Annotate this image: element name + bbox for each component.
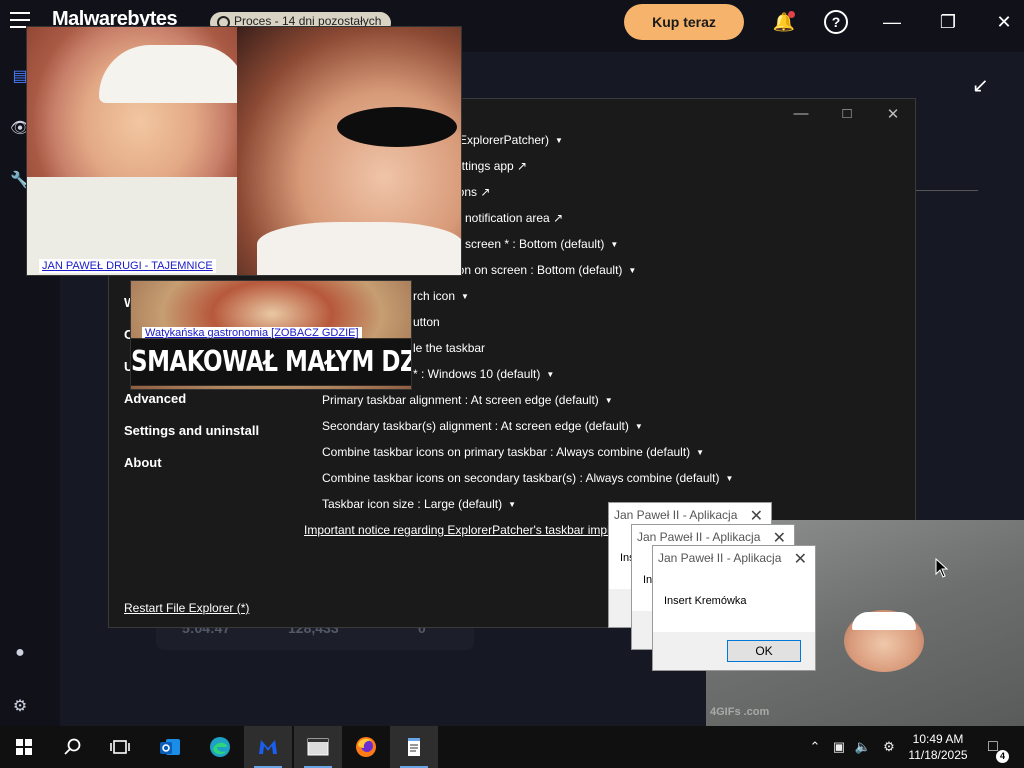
notifications-bell-icon[interactable]: 🔔 [772, 10, 796, 34]
alert-title: Jan Paweł II - Aplikacja [637, 530, 761, 544]
account-icon[interactable]: ● [9, 644, 31, 666]
nav-item-advanced[interactable]: Advanced [124, 391, 186, 406]
dropdown-caret-icon: ▼ [461, 292, 469, 302]
setting-row[interactable]: Taskbar icon size : Large (default) ▼ [322, 497, 516, 511]
buy-now-button[interactable]: Kup teraz [624, 4, 744, 40]
alert-title: Jan Paweł II - Aplikacja [614, 508, 738, 522]
ep-maximize-icon[interactable]: □ [835, 105, 859, 125]
notepad-icon [408, 738, 420, 756]
setting-row[interactable]: * : Windows 10 (default) ▼ [413, 367, 554, 381]
window-app-icon [307, 738, 329, 756]
nav-item-about[interactable]: About [124, 455, 162, 470]
restore-icon[interactable]: ❐ [936, 10, 960, 34]
clock-time: 10:49 AM [912, 732, 964, 746]
help-icon[interactable]: ? [824, 10, 848, 34]
restart-file-explorer-link[interactable]: Restart File Explorer (*) [124, 601, 249, 615]
dropdown-caret-icon: ▼ [604, 396, 613, 406]
malwarebytes-icon [259, 740, 277, 754]
network-icon[interactable]: ▣ [830, 738, 848, 756]
setting-row[interactable]: ion on screen : Bottom (default) ▼ [455, 263, 636, 277]
setting-row[interactable]: Primary taskbar alignment : At screen ed… [322, 393, 613, 407]
malwarebytes-taskbar-item[interactable] [244, 726, 292, 768]
task-view-icon [110, 740, 130, 754]
setting-row[interactable]: Secondary taskbar(s) alignment : At scre… [322, 419, 643, 433]
settings-gear-tray-icon[interactable]: ⚙ [880, 738, 898, 756]
task-view-button[interactable] [96, 726, 144, 768]
firefox-icon [356, 737, 376, 757]
alert-titlebar[interactable]: Jan Paweł II - Aplikacja ✕ [653, 546, 815, 570]
alert-message: Insert Kremówka [664, 595, 747, 607]
notification-dot [788, 11, 795, 18]
alert-close-icon[interactable]: ✕ [750, 506, 763, 526]
setting-row[interactable]: Combine taskbar icons on secondary taskb… [322, 471, 733, 485]
alert-close-icon[interactable]: ✕ [794, 549, 807, 569]
notepad-taskbar-item[interactable] [390, 726, 438, 768]
outlook-icon [160, 739, 180, 755]
start-icon [16, 739, 32, 755]
dropdown-caret-icon: ▼ [634, 422, 643, 432]
zucchetto [852, 612, 916, 630]
alert-dialog[interactable]: Jan Paweł II - Aplikacja ✕ Insert Kremów… [652, 545, 816, 671]
woman-bottom [257, 222, 461, 275]
firefox-taskbar-item[interactable] [342, 726, 390, 768]
gif-watermark: 4GIFs .com [710, 706, 770, 718]
window-app-taskbar-item[interactable] [294, 726, 342, 768]
popup-ad-jan-pawel[interactable]: JAN PAWEŁ DRUGI - TAJEMNICE [26, 26, 462, 276]
show-hidden-icons-chevron-icon[interactable]: ⌃ [806, 738, 824, 756]
volume-muted-icon[interactable]: 🔈 [854, 738, 872, 756]
dropdown-caret-icon: ▼ [725, 474, 734, 484]
divider [916, 190, 978, 191]
mouse-cursor-icon [935, 558, 949, 578]
notification-count-badge: 4 [996, 750, 1009, 763]
collapse-arrow-icon[interactable]: ↙ [972, 76, 992, 96]
zucchetto [99, 45, 247, 103]
ad-caption-link[interactable]: JAN PAWEŁ DRUGI - TAJEMNICE [39, 259, 216, 273]
dropdown-caret-icon: ▼ [555, 136, 563, 146]
windows-taskbar: ⌃ ▣ 🔈 ⚙ 10:49 AM 11/18/2025 □ 4 [0, 726, 1024, 768]
popup-ad-gastronomia[interactable]: Watykańska gastronomia [ZOBACZ GDZIE] SM… [130, 280, 412, 390]
woman-top [337, 107, 457, 147]
setting-row[interactable]: Combine taskbar icons on primary taskbar… [322, 445, 704, 459]
dropdown-caret-icon: ▼ [628, 266, 637, 276]
setting-row[interactable]: le the taskbar [413, 341, 485, 355]
dropdown-caret-icon: ▼ [508, 500, 517, 510]
important-notice-link[interactable]: Important notice regarding ExplorerPatch… [304, 523, 610, 537]
edge-taskbar-item[interactable] [196, 726, 244, 768]
clock-date: 11/18/2025 [908, 748, 968, 762]
minimize-icon[interactable]: — [880, 10, 904, 34]
nav-item-settings-and-uninstall[interactable]: Settings and uninstall [124, 423, 259, 438]
ep-close-icon[interactable]: ✕ [881, 105, 905, 125]
dropdown-caret-icon: ▼ [546, 370, 555, 380]
alert-title: Jan Paweł II - Aplikacja [658, 551, 782, 565]
gastronomia-link[interactable]: Watykańska gastronomia [ZOBACZ GDZIE] [142, 327, 362, 339]
dropdown-caret-icon: ▼ [696, 448, 705, 458]
setting-row[interactable]: ettings app ↗ [455, 159, 527, 173]
taskbar-clock[interactable]: 10:49 AM 11/18/2025 [898, 731, 978, 763]
meme-caption: SMAKOWAŁ MAŁYM DZIECIOM [131, 338, 411, 386]
setting-row[interactable]: (ExplorerPatcher) ▼ [455, 133, 563, 147]
start-button[interactable] [0, 726, 48, 768]
search-button[interactable] [48, 726, 96, 768]
settings-gear-icon[interactable]: ⚙ [9, 696, 31, 718]
ep-minimize-icon[interactable]: — [789, 105, 813, 125]
setting-row[interactable]: utton [413, 315, 440, 329]
search-icon [64, 738, 81, 755]
edge-icon [210, 737, 230, 757]
setting-row[interactable]: rch icon ▼ [413, 289, 469, 303]
setting-row[interactable]: n screen * : Bottom (default) ▼ [455, 237, 618, 251]
close-icon[interactable]: ✕ [992, 10, 1016, 34]
ok-button[interactable]: OK [727, 640, 801, 662]
dropdown-caret-icon: ▼ [610, 240, 619, 250]
alert-body: Insert Kremówka [653, 570, 815, 632]
outlook-taskbar-item[interactable] [146, 726, 194, 768]
setting-row[interactable]: e notification area ↗ [455, 211, 563, 225]
